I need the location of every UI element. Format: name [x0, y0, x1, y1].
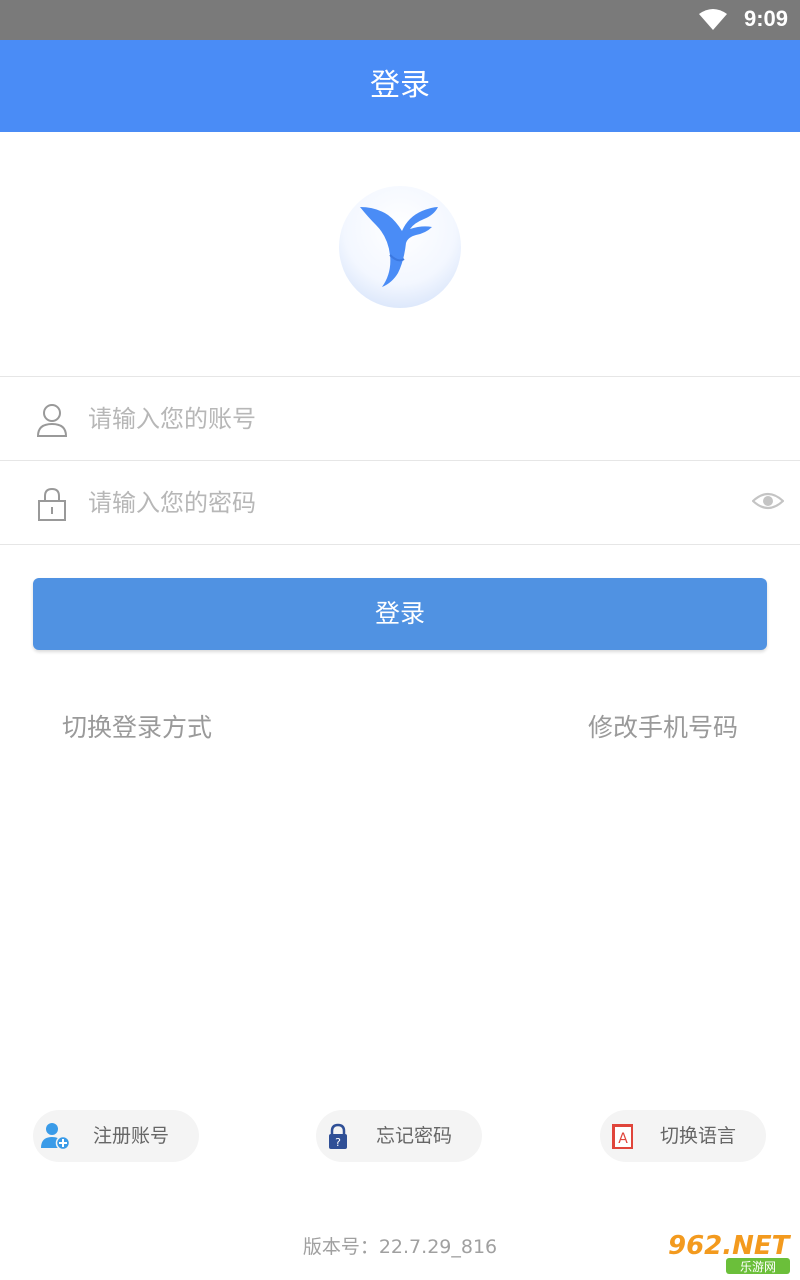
account-field [0, 376, 800, 461]
field-divider [0, 544, 800, 545]
status-bar: 9:09 [0, 0, 800, 40]
switch-language-label: 切换语言 [660, 1125, 737, 1147]
forgot-password-button[interactable]: ? 忘记密码 [316, 1110, 482, 1162]
header-bar: 登录 [0, 40, 800, 132]
language-book-icon: A [612, 1124, 633, 1149]
page-title: 登录 [370, 68, 430, 103]
switch-language-button[interactable]: A 切换语言 [600, 1110, 766, 1162]
lock-icon [38, 487, 66, 521]
login-button-label: 登录 [374, 599, 425, 628]
forgot-password-label: 忘记密码 [376, 1125, 453, 1147]
password-input[interactable] [88, 461, 728, 545]
site-watermark: 962.NET 乐游网 [664, 1226, 794, 1276]
eye-icon[interactable] [752, 489, 784, 513]
login-button[interactable]: 登录 [33, 578, 767, 650]
svg-text:962.NET: 962.NET [668, 1231, 792, 1261]
svg-text:乐游网: 乐游网 [740, 1260, 776, 1274]
switch-login-method-link[interactable]: 切换登录方式 [62, 708, 212, 744]
feather-bird-logo [339, 186, 461, 308]
watermark-logo: 962.NET 乐游网 [668, 1231, 792, 1274]
change-phone-link[interactable]: 修改手机号码 [588, 708, 738, 744]
add-user-icon [41, 1123, 71, 1150]
register-label: 注册账号 [93, 1125, 170, 1147]
status-time: 9:09 [743, 6, 788, 31]
svg-text:?: ? [335, 1136, 341, 1149]
padlock-question-icon: ? [329, 1123, 347, 1149]
password-field [0, 460, 800, 545]
register-button[interactable]: 注册账号 [33, 1110, 199, 1162]
account-input[interactable] [88, 377, 728, 461]
wifi-icon [699, 9, 727, 30]
svg-text:A: A [618, 1131, 628, 1147]
user-icon [36, 404, 68, 437]
